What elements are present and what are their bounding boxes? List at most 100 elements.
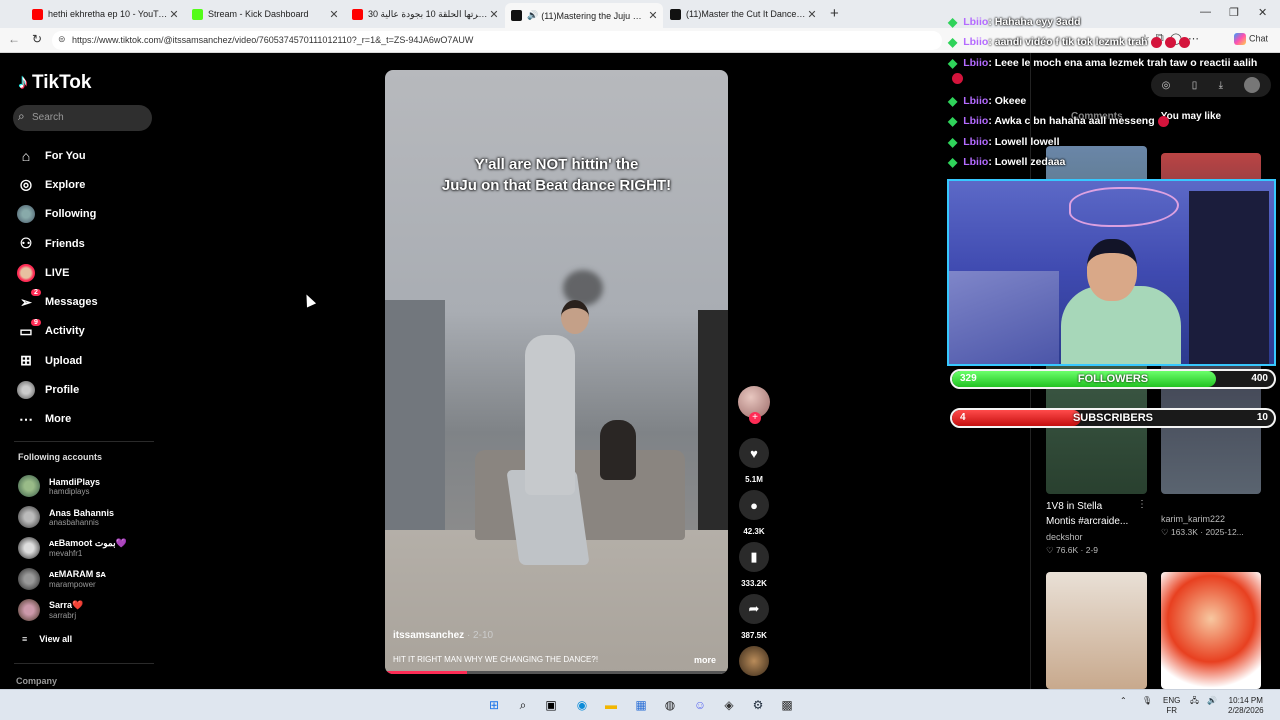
friends-icon: ⚇ [19,235,33,252]
chat-message: ◆ Lbiio: Leee le moch ena ama lezmek trah… [948,56,1258,70]
nav-live[interactable]: LIVE [15,258,98,287]
maximize-icon[interactable]: ❐ [1229,6,1239,19]
nav-following[interactable]: Following [15,200,98,229]
video-thumbnail[interactable] [1161,572,1261,689]
following-account-item[interactable]: ᴀᴇBamoot بموت💜 mevahfr1 [18,537,127,559]
video-author[interactable]: karim_karim222 [1161,514,1225,524]
task-view-icon[interactable]: ▣ [541,695,561,715]
close-tab-icon[interactable]: ✕ [806,8,818,21]
video-author[interactable]: itssamsanchez · 2-10 [393,630,493,641]
compass-icon[interactable]: ◎ [1162,80,1171,91]
nav-for-you[interactable]: ⌂ For You [15,141,98,170]
follow-plus-icon[interactable]: + [749,412,761,424]
download-icon[interactable]: ⤓ [1219,80,1223,91]
video-thumbnail[interactable] [1046,572,1147,689]
emote-icon [1178,36,1190,48]
minimize-icon[interactable]: — [1200,6,1211,18]
emote-icon [952,73,963,84]
chat-message: ◆ Lbiio: Lowell lowell [948,135,1060,149]
video-scene [525,335,575,495]
copilot-button[interactable]: Chat [1234,33,1268,45]
video-description: HIT IT RIGHT MAN WHY WE CHANGING THE DAN… [393,655,599,664]
video-progress-bar[interactable] [385,671,728,674]
reload-icon[interactable]: ↻ [32,32,42,46]
clock[interactable]: 10:14 PM 2/28/2026 [1228,696,1264,716]
following-account-item[interactable]: HamdiPlays hamdiplays [18,475,100,497]
back-icon[interactable]: ← [8,32,20,46]
video-author[interactable]: deckshor [1046,532,1083,542]
url-field[interactable]: ⊜ https://www.tiktok.com/@itssamsanchez/… [52,31,942,50]
more-button[interactable]: more [694,655,716,665]
webcam-scene [1189,191,1269,364]
volume-icon[interactable]: 🔊 [1207,696,1217,706]
edge-icon[interactable]: ◉ [572,695,592,715]
browser-tab-tiktok-active[interactable]: 🔊 (11)Mastering the Juju Dance ✕ [505,3,663,28]
music-disc-icon[interactable] [739,646,769,676]
network-icon[interactable]: 🖧 [1190,696,1199,706]
nav-explore[interactable]: ◎ Explore [15,170,98,199]
view-all-link[interactable]: ≡ View all [22,634,72,644]
emote-icon [1164,36,1176,48]
avatar [18,599,40,621]
tray-overflow-icon[interactable]: ⌃ [1120,696,1127,706]
nav-activity[interactable]: ▭ 9 Activity [15,317,98,346]
nav-upload[interactable]: ⊞ Upload [15,346,98,375]
browser-tab-strip: hethi ekhretha ep 10 - YouTube ✕ Stream … [0,0,1280,28]
company-link[interactable]: Company [16,676,57,686]
live-avatar [17,263,35,282]
store-icon[interactable]: ▦ [631,695,651,715]
browser-tab-youtube-2[interactable]: هاذي اخرتها الحلقة 10 بجودة عالية 30 ✕ [346,4,504,24]
new-tab-icon[interactable]: + [830,5,839,22]
video-title[interactable]: 1V8 in Stella Montis #arcraide... [1046,499,1128,529]
bookmark-icon: ▮ [750,549,758,564]
search-input[interactable]: ⌕ Search [13,105,152,131]
app-icon[interactable]: ◈ [719,695,739,715]
steam-icon[interactable]: ⚙ [748,695,768,715]
following-account-item[interactable]: Sarra❤️ sarrabrj [18,599,83,621]
close-window-icon[interactable]: ✕ [1258,6,1267,19]
search-icon[interactable]: ⌕ [513,695,533,715]
tab-you-may-like[interactable]: You may like [1161,111,1221,122]
close-tab-icon[interactable]: ✕ [647,9,659,22]
nav-friends[interactable]: ⚇ Friends [15,229,98,258]
nav-messages[interactable]: ➢ 2 Messages [15,287,98,316]
microphone-icon[interactable]: 🎙 [1142,696,1152,706]
start-icon[interactable]: ⊞ [484,695,504,715]
youtube-icon [32,8,43,20]
language-indicator[interactable]: ENG FR [1163,696,1180,716]
browser-tab-youtube[interactable]: hethi ekhretha ep 10 - YouTube ✕ [26,4,184,24]
phone-icon[interactable]: ▯ [1192,80,1198,91]
close-tab-icon[interactable]: ✕ [328,8,340,21]
save-button[interactable]: ▮ [739,542,769,572]
tiktok-icon [670,8,681,20]
user-avatar[interactable] [1244,77,1261,93]
comment-icon: ● [750,497,758,513]
discord-icon[interactable]: ☺ [690,695,710,715]
nav-more[interactable]: ⋯ More [15,405,98,434]
close-tab-icon[interactable]: ✕ [168,8,180,21]
speaker-icon[interactable]: 🔊 [527,10,538,21]
close-tab-icon[interactable]: ✕ [488,8,500,21]
game-icon[interactable]: ▩ [777,695,797,715]
like-count: 5.1M [745,475,763,484]
following-account-item[interactable]: ᴀᴇMARAM ꜱᴀ marampower [18,568,106,590]
chat-message: ◆ Lbiio: aandi vidéo f tik tok lezmk trah [948,35,1190,49]
video-player[interactable]: Y'all are NOT hittin' the JuJu on that B… [385,70,728,674]
windows-taskbar: ⊞ ⌕ ▣ ◉ ▬ ▦ ◍ ☺ ◈ ⚙ ▩ ⌃ 🎙 ENG FR 🖧 🔊 10:1… [0,689,1280,720]
site-info-icon[interactable]: ⊜ [58,34,66,45]
file-explorer-icon[interactable]: ▬ [601,695,621,715]
browser-tab-kick[interactable]: Stream - Kick Dashboard ✕ [186,4,344,24]
diamond-icon: ◆ [948,94,958,108]
following-account-item[interactable]: Anas Bahannis anasbahannis [18,506,114,528]
more-options-icon[interactable]: ⋮ [1137,499,1147,510]
settings-more-icon[interactable]: ⋯ [1188,32,1199,45]
nav-profile[interactable]: Profile [15,375,98,404]
tiktok-logo[interactable]: ♪ TikTok [18,71,91,94]
copilot-icon [1234,33,1246,45]
tiktok-page: ♪ TikTok ⌕ Search ⌂ For You ◎ Explore Fo… [0,53,1030,689]
browser-tab-tiktok-2[interactable]: (11)Master the Cut It Dance: A Co ✕ [664,4,822,24]
obs-icon[interactable]: ◍ [660,695,680,715]
comment-button[interactable]: ● [739,490,769,520]
like-button[interactable]: ♥ [739,438,769,468]
share-button[interactable]: ➦ [739,594,769,624]
